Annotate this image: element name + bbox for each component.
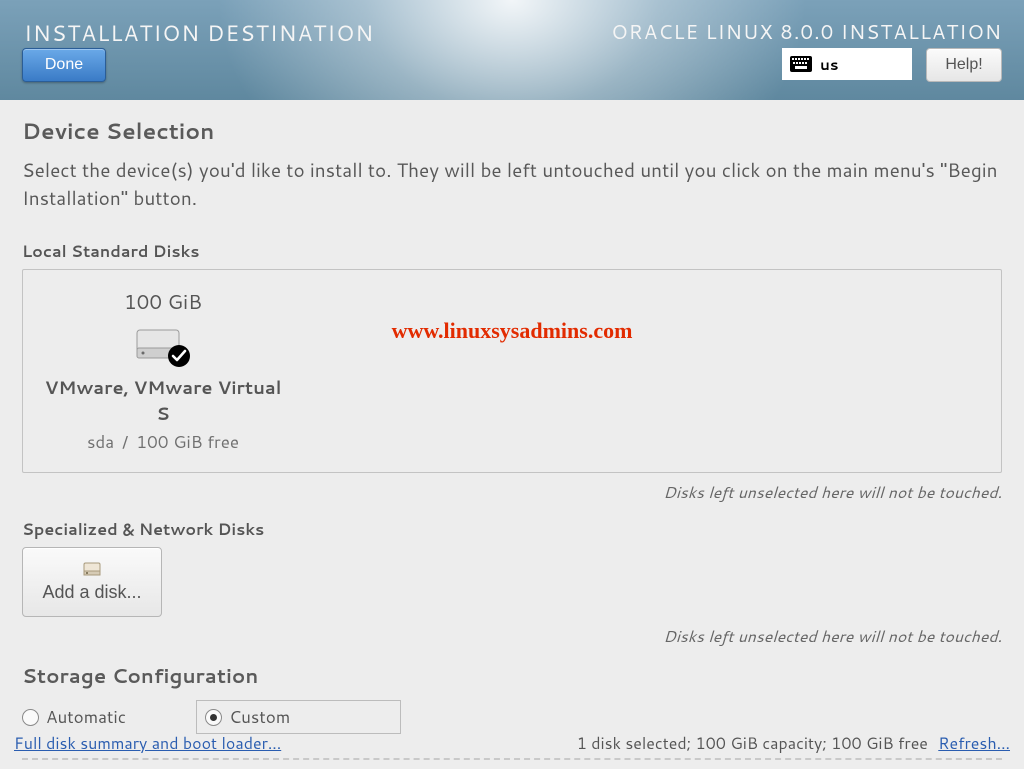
local-disks-heading: Local Standard Disks (22, 240, 1002, 263)
keyboard-layout-text: us (820, 54, 838, 75)
disk-dev: sda (87, 430, 114, 454)
refresh-link[interactable]: Refresh... (938, 732, 1010, 755)
keyboard-icon (790, 56, 812, 72)
storage-config-options: Automatic Custom (22, 700, 1002, 734)
radio-icon (22, 709, 39, 726)
network-disks-hint: Disks left unselected here will not be t… (22, 625, 1002, 648)
help-button[interactable]: Help! (926, 48, 1002, 82)
network-disks-heading: Specialized & Network Disks (22, 518, 1002, 541)
distro-title: ORACLE LINUX 8.0.0 INSTALLATION (611, 18, 1002, 46)
radio-icon (205, 709, 222, 726)
footer-status-text: 1 disk selected; 100 GiB capacity; 100 G… (577, 732, 928, 755)
disk-add-icon (83, 562, 101, 578)
device-selection-heading: Device Selection (22, 116, 1002, 147)
keyboard-layout-indicator[interactable]: us (782, 48, 912, 80)
add-disk-button[interactable]: Add a disk... (22, 547, 162, 617)
radio-custom[interactable]: Custom (196, 700, 401, 734)
radio-custom-label: Custom (229, 705, 290, 729)
disk-summary-link[interactable]: Full disk summary and boot loader... (14, 732, 281, 755)
disk-free: 100 GiB free (136, 430, 239, 454)
footer-status: 1 disk selected; 100 GiB capacity; 100 G… (577, 732, 1010, 755)
add-disk-label: Add a disk... (42, 582, 141, 603)
storage-config-heading: Storage Configuration (22, 662, 1002, 690)
disk-subtext: sda/100 GiB free (43, 430, 283, 454)
radio-automatic[interactable]: Automatic (22, 705, 126, 729)
done-button[interactable]: Done (22, 48, 106, 82)
disk-name: VMware, VMware Virtual S (43, 374, 283, 426)
hard-disk-icon (131, 324, 195, 368)
page-title: INSTALLATION DESTINATION (24, 18, 374, 49)
disk-item[interactable]: 100 GiB VMware, VMware Virtual S sda/100… (43, 288, 283, 454)
device-selection-description: Select the device(s) you'd like to insta… (22, 157, 1002, 212)
separator (22, 758, 1002, 760)
local-disks-container: 100 GiB VMware, VMware Virtual S sda/100… (22, 269, 1002, 473)
footer: Full disk summary and boot loader... 1 d… (0, 732, 1024, 755)
local-disks-hint: Disks left unselected here will not be t… (22, 481, 1002, 504)
radio-automatic-label: Automatic (46, 705, 126, 729)
header-banner: INSTALLATION DESTINATION ORACLE LINUX 8.… (0, 0, 1024, 100)
disk-size: 100 GiB (43, 288, 283, 316)
